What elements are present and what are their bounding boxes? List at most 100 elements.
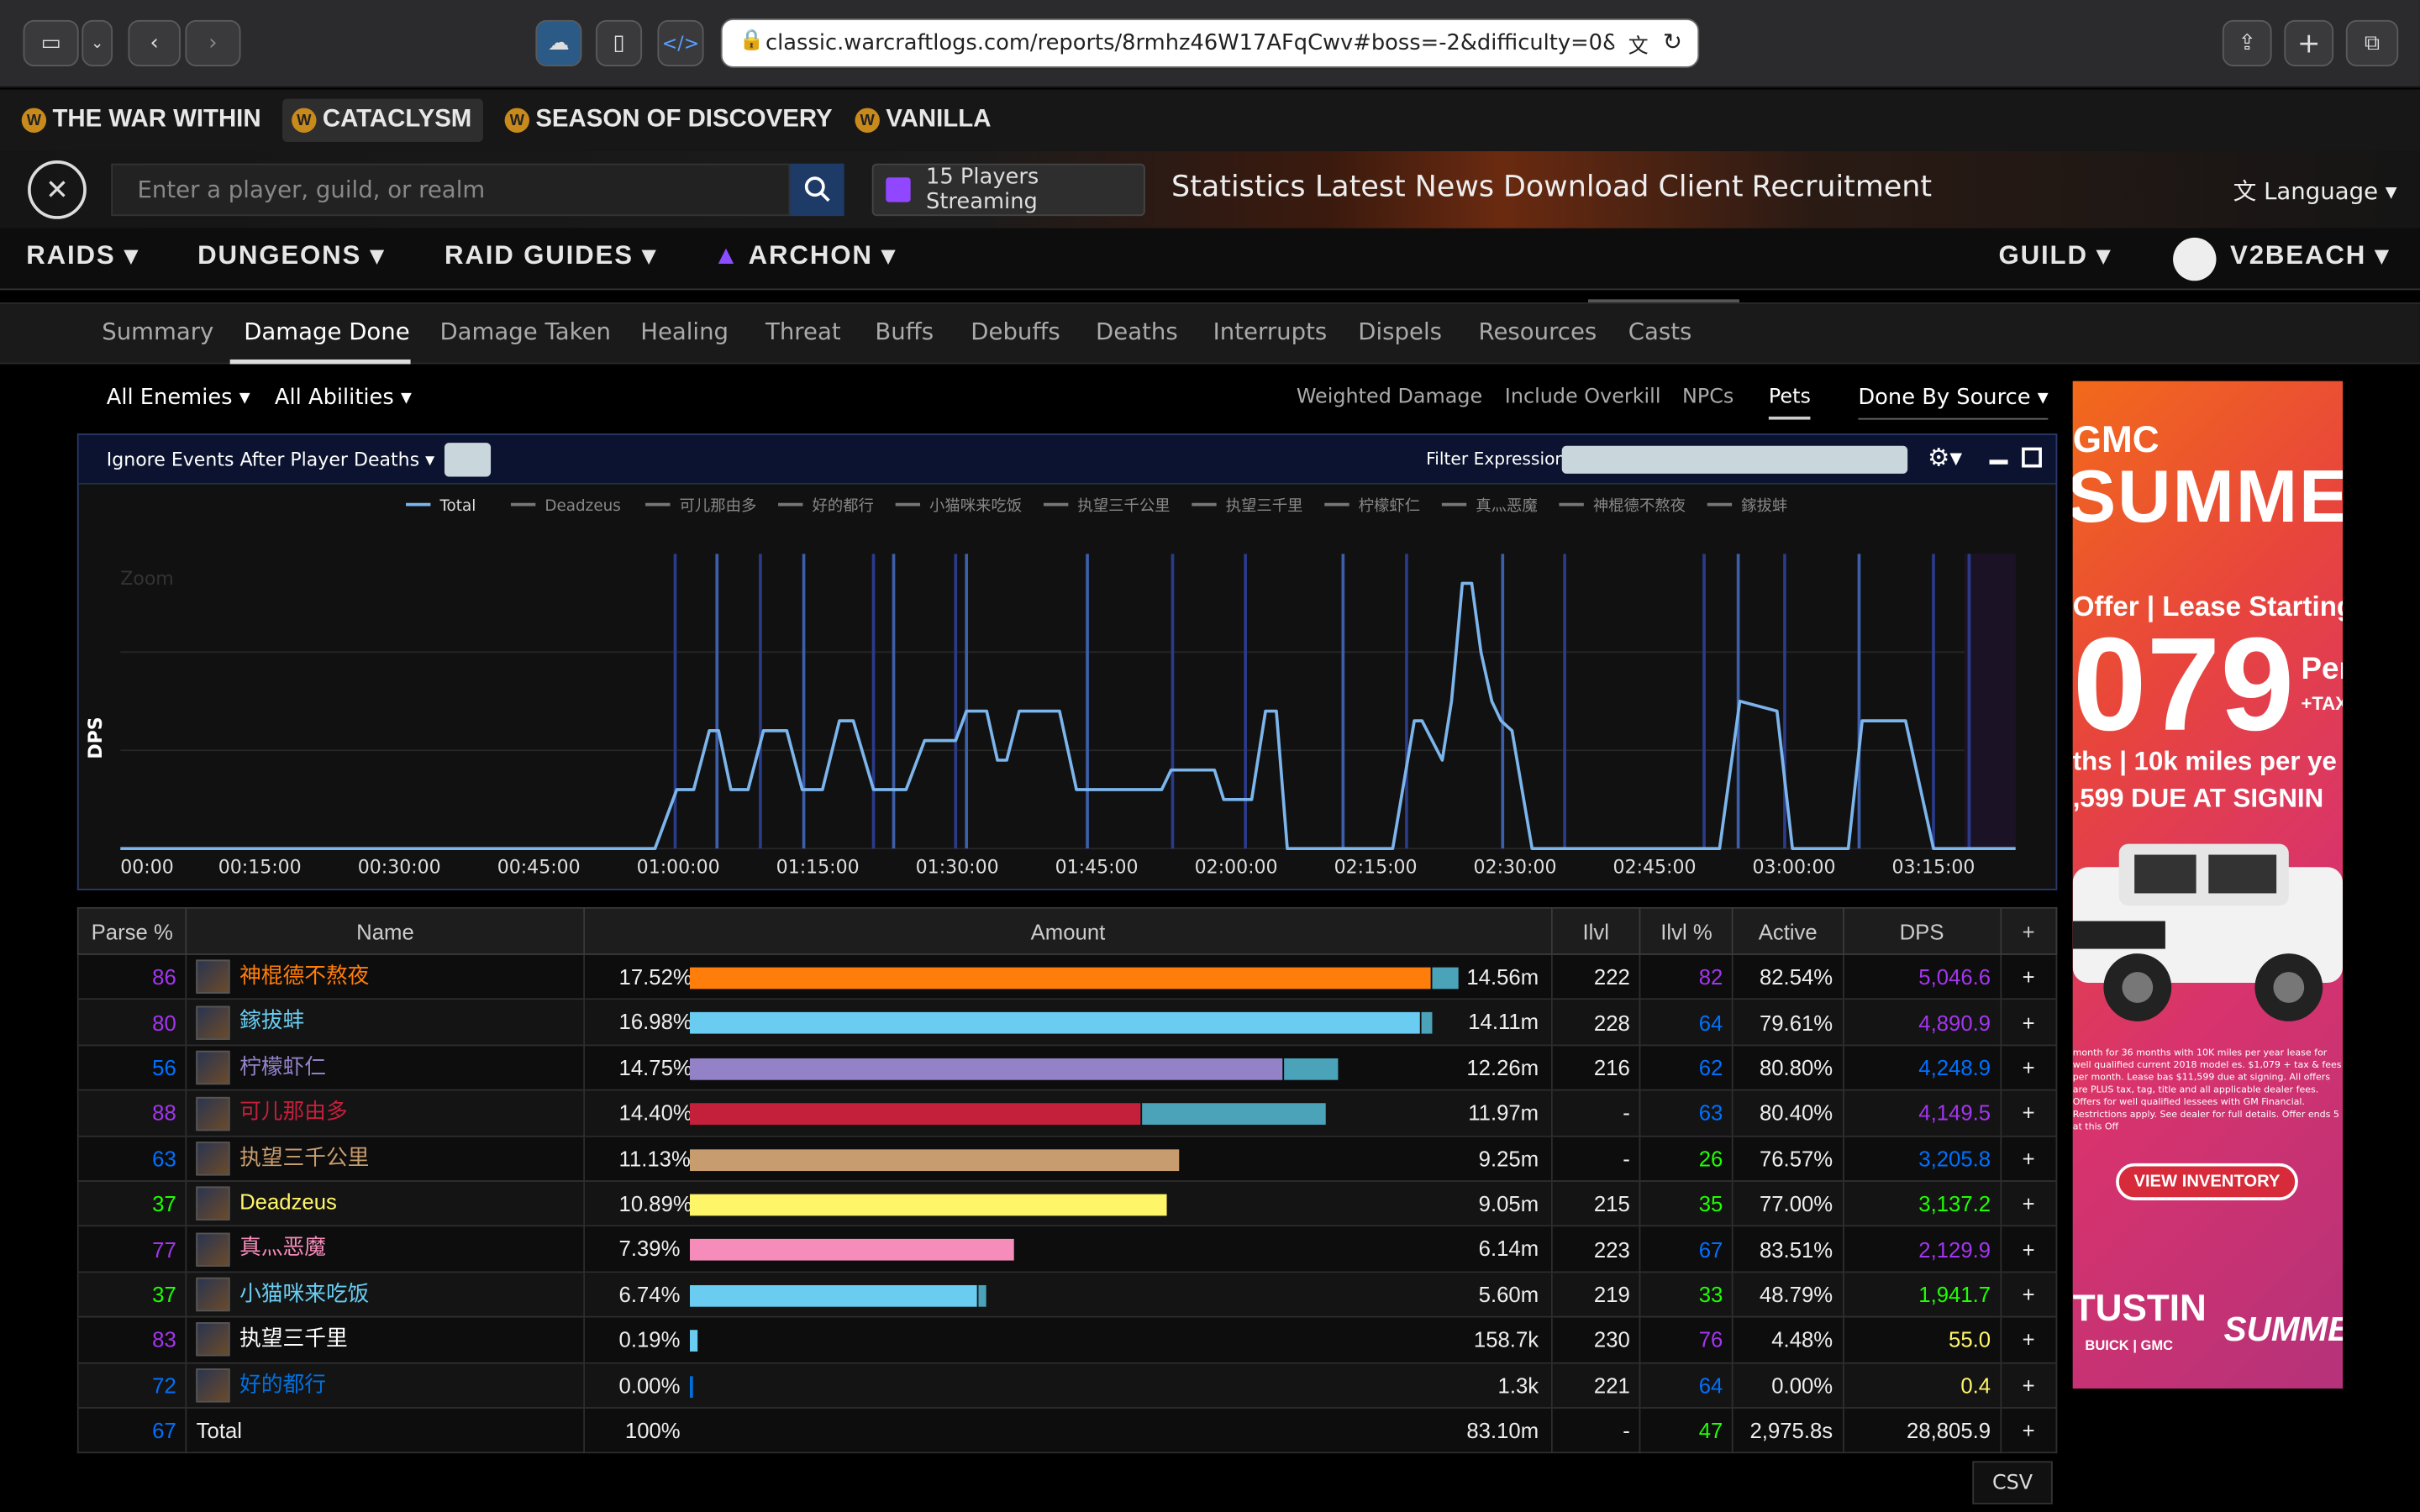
ad-banner[interactable]: GMC SUMMER Offer | Lease Starting 079 Pe…	[2072, 381, 2344, 1389]
devtools-icon[interactable]: </>	[657, 19, 704, 66]
nav-archon[interactable]: ▲ ARCHON ▾	[713, 241, 897, 272]
view-inventory-button[interactable]: VIEW INVENTORY	[2116, 1163, 2298, 1200]
dps-chart[interactable]: Total Deadzeus 可儿那由多 好的都行 小猫咪来吃饭 执望三千公里 执望三千里 柠…	[79, 485, 2056, 889]
new-tab-icon[interactable]: +	[2284, 19, 2334, 66]
translate-icon[interactable]: 文	[1628, 29, 1649, 59]
nav-user[interactable]: V2BEACH ▾	[2230, 241, 2390, 272]
table-row[interactable]: 80 鎵拔蚌 16.98% 14.11m 228 64 79.61% 4,890.9 +	[76, 999, 2058, 1046]
expand-row-button[interactable]: +	[2000, 1089, 2058, 1137]
nav-download-client[interactable]: Download Client	[1503, 170, 1744, 203]
expand-row-button[interactable]: +	[2000, 1406, 2058, 1454]
expansion-season-of-discovery[interactable]: W SEASON OF DISCOVERY	[496, 99, 842, 142]
expand-row-button[interactable]: +	[2000, 953, 2058, 1000]
enemies-dropdown[interactable]: All Enemies ▾	[107, 386, 250, 410]
col-active[interactable]: Active	[1732, 906, 1844, 955]
extension-cloud-icon[interactable]: ☁	[535, 19, 582, 66]
reload-icon[interactable]: ↻	[1663, 28, 1682, 55]
back-icon[interactable]: ‹	[128, 19, 181, 66]
col-add-button[interactable]: +	[2000, 906, 2058, 955]
col-parse[interactable]: Parse %	[76, 906, 187, 955]
language-menu[interactable]: 文 Language ▾	[2233, 175, 2397, 207]
col-amount[interactable]: Amount	[583, 906, 1553, 955]
expansion-vanilla[interactable]: W VANILLA	[846, 99, 1001, 142]
search-button[interactable]	[790, 163, 844, 217]
tab-casts[interactable]: Casts	[1628, 318, 1692, 345]
expand-row-button[interactable]: +	[2000, 1270, 2058, 1318]
sidebar-toggle-icon[interactable]: ▭	[23, 19, 79, 66]
name-cell[interactable]: 好的都行	[185, 1361, 586, 1409]
expand-row-button[interactable]: +	[2000, 1134, 2058, 1182]
expand-row-button[interactable]: +	[2000, 1361, 2058, 1409]
color-swatch-button[interactable]	[444, 443, 492, 477]
table-row[interactable]: 37 小猫咪来吃饭 6.74% 5.60m 219 33 48.79% 1,941.7 +	[76, 1270, 2058, 1318]
filter-expression-input[interactable]	[1561, 445, 1908, 474]
forward-icon[interactable]: ›	[185, 19, 241, 66]
col-ilvl[interactable]: Ilvl	[1550, 906, 1641, 955]
tab-threat[interactable]: Threat	[765, 318, 841, 345]
tab-interrupts[interactable]: Interrupts	[1213, 318, 1328, 345]
tab-summary[interactable]: Summary	[102, 318, 213, 345]
tab-damage-taken[interactable]: Damage Taken	[439, 318, 611, 345]
csv-button[interactable]: CSV	[1972, 1461, 2053, 1504]
tab-deaths[interactable]: Deaths	[1096, 318, 1178, 345]
include-overkill-toggle[interactable]: Include Overkill	[1505, 386, 1661, 409]
nav-dungeons[interactable]: DUNGEONS ▾	[197, 241, 385, 272]
search-input[interactable]: Enter a player, guild, or realm	[111, 163, 791, 217]
nav-statistics[interactable]: Statistics	[1171, 170, 1306, 203]
expansion-the-war-within[interactable]: W THE WAR WITHIN	[13, 99, 271, 142]
pets-toggle[interactable]: Pets	[1768, 386, 1811, 420]
name-cell[interactable]: 真灬恶魔	[185, 1225, 586, 1273]
expand-row-button[interactable]: +	[2000, 1044, 2058, 1091]
col-ilvl-pct[interactable]: Ilvl %	[1639, 906, 1734, 955]
done-by-dropdown[interactable]: Done By Source ▾	[1858, 386, 2049, 420]
expand-row-button[interactable]: +	[2000, 1179, 2058, 1227]
avatar[interactable]	[2173, 237, 2217, 281]
tab-overview-icon[interactable]: ⧉	[2345, 19, 2399, 66]
expand-row-button[interactable]: +	[2000, 1225, 2058, 1273]
table-row[interactable]: 77 真灬恶魔 7.39% 6.14m 223 67 83.51% 2,129.9 +	[76, 1225, 2058, 1273]
table-row[interactable]: 88 可儿那由多 14.40% 11.97m -63 80.40% 4,149.5 +	[76, 1089, 2058, 1137]
nav-raids[interactable]: RAIDS ▾	[26, 241, 139, 272]
expand-row-button[interactable]: +	[2000, 999, 2058, 1046]
streaming-button[interactable]: 15 Players Streaming	[871, 163, 1145, 217]
tab-debuffs[interactable]: Debuffs	[971, 318, 1060, 345]
table-row[interactable]: 83 执望三千里 0.19% 158.7k 230 76 4.48% 55.0 +	[76, 1315, 2058, 1363]
minimize-icon[interactable]	[1989, 459, 2008, 465]
tab-group-chevron-icon[interactable]: ⌄	[82, 19, 113, 66]
col-dps[interactable]: DPS	[1842, 906, 2002, 955]
tab-resources[interactable]: Resources	[1479, 318, 1597, 345]
ignore-events-dropdown[interactable]: Ignore Events After Player Deaths ▾	[107, 449, 434, 470]
nav-latest-news[interactable]: Latest News	[1315, 170, 1494, 203]
col-name[interactable]: Name	[185, 906, 586, 955]
name-cell[interactable]: Deadzeus	[185, 1179, 586, 1227]
table-row[interactable]: 37 Deadzeus 10.89% 9.05m 215 35 77.00% 3,137.2 +	[76, 1179, 2058, 1227]
abilities-dropdown[interactable]: All Abilities ▾	[275, 386, 412, 410]
share-icon[interactable]: ⇪	[2222, 19, 2272, 66]
table-row[interactable]: 56 柠檬虾仁 14.75% 12.26m 216 62 80.80% 4,248.9 +	[76, 1044, 2058, 1091]
maximize-icon[interactable]	[2022, 447, 2042, 468]
tab-dispels[interactable]: Dispels	[1358, 318, 1442, 345]
site-logo-icon[interactable]: ✕	[28, 160, 87, 219]
nav-recruitment[interactable]: Recruitment	[1752, 170, 1932, 203]
reader-icon[interactable]: ▯	[595, 19, 643, 66]
name-cell[interactable]: 柠檬虾仁	[185, 1044, 586, 1091]
table-row[interactable]: 63 执望三千公里 11.13% 9.25m -26 76.57% 3,205.8 +	[76, 1134, 2058, 1182]
expand-row-button[interactable]: +	[2000, 1315, 2058, 1363]
gear-icon[interactable]: ⚙▾	[1928, 443, 1962, 472]
nav-raid-guides[interactable]: RAID GUIDES ▾	[445, 241, 657, 272]
name-cell[interactable]: 鎵拔蚌	[185, 999, 586, 1046]
table-row[interactable]: 72 好的都行 0.00% 1.3k 221 64 0.00% 0.4 +	[76, 1361, 2058, 1409]
tab-healing[interactable]: Healing	[640, 318, 729, 345]
name-cell[interactable]: 执望三千公里	[185, 1134, 586, 1182]
name-cell[interactable]: 可儿那由多	[185, 1089, 586, 1137]
npcs-toggle[interactable]: NPCs	[1682, 386, 1733, 409]
tab-damage-done[interactable]: Damage Done	[244, 318, 410, 345]
table-row[interactable]: 86 神棍德不熬夜 17.52% 14.56m 222 82 82.54% 5,046.6 +	[76, 953, 2058, 1000]
name-cell[interactable]: 执望三千里	[185, 1315, 586, 1363]
tab-buffs[interactable]: Buffs	[875, 318, 934, 345]
expansion-cataclysm[interactable]: W CATACLYSM	[282, 98, 483, 142]
name-cell[interactable]: 神棍德不熬夜	[185, 953, 586, 1000]
name-cell[interactable]: 小猫咪来吃饭	[185, 1270, 586, 1318]
weighted-damage-toggle[interactable]: Weighted Damage	[1297, 386, 1482, 409]
address-bar[interactable]: 🔒 classic.warcraftlogs.com/reports/8rmhz…	[720, 18, 1700, 68]
